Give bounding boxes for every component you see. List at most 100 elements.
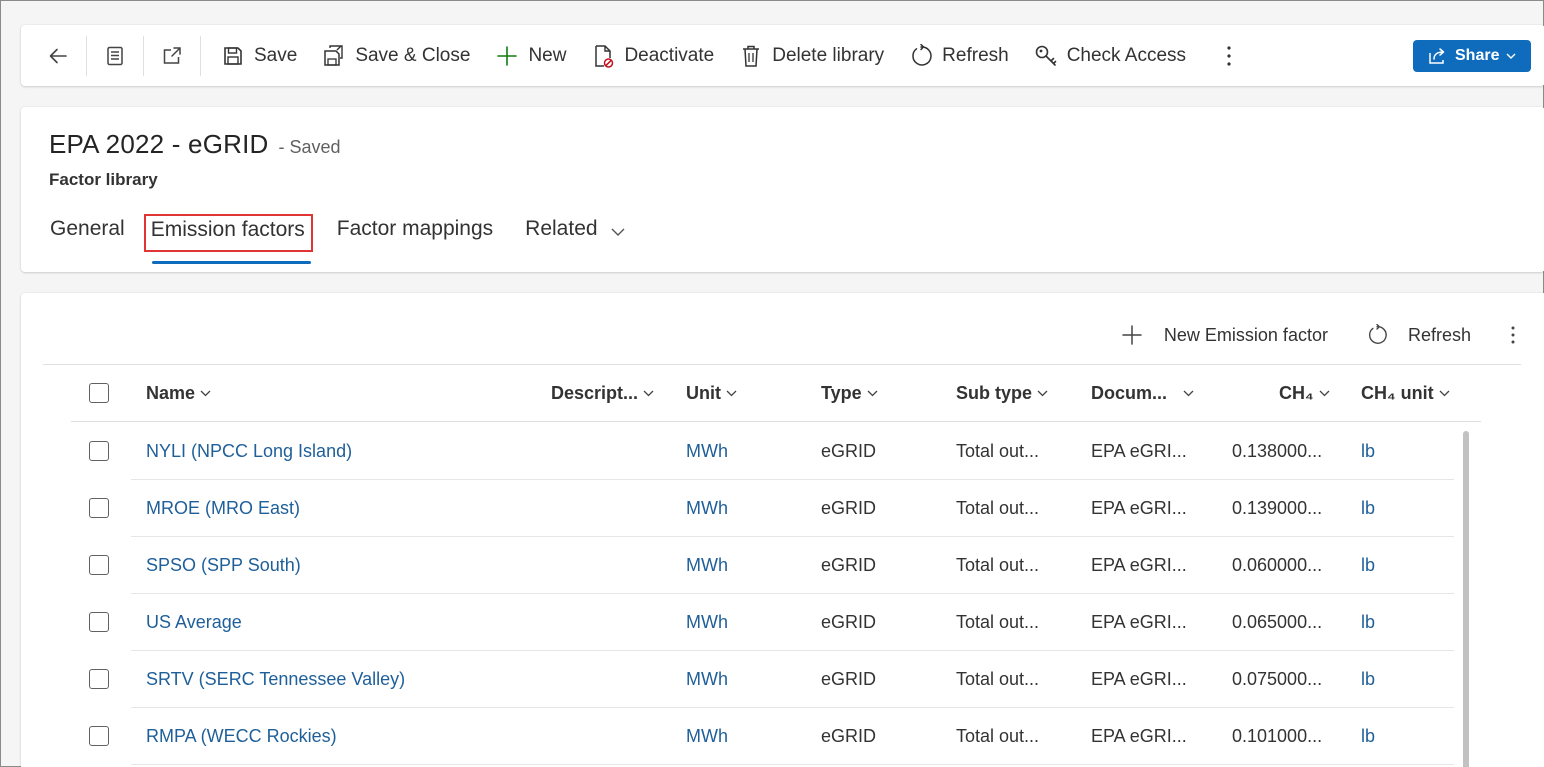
row-select-cell [89, 537, 109, 593]
subgrid-more-button[interactable] [1503, 320, 1523, 350]
subtype-cell: Total out... [956, 725, 1040, 746]
row-checkbox[interactable] [89, 669, 109, 689]
table-row[interactable]: US Average MWh eGRID Total out... EPA eG… [71, 594, 1481, 651]
row-checkbox[interactable] [89, 555, 109, 575]
deactivate-document-icon [591, 44, 615, 68]
share-button[interactable]: Share [1413, 40, 1531, 72]
name-link[interactable]: NYLI (NPCC Long Island) [146, 423, 352, 479]
column-header-name[interactable]: Name [146, 365, 211, 421]
save-icon [221, 44, 245, 68]
document-cell: EPA eGRI... [1091, 668, 1187, 689]
back-button[interactable] [39, 37, 77, 75]
name-link[interactable]: RMPA (WECC Rockies) [146, 708, 337, 764]
ch4-unit-link[interactable]: lb [1361, 423, 1375, 479]
ch4-unit-link[interactable]: lb [1361, 708, 1375, 764]
ch4-unit-link[interactable]: lb [1361, 651, 1375, 707]
type-cell: eGRID [821, 497, 877, 518]
grid-header-row: Name Descript... Unit Type Sub type Docu… [71, 365, 1481, 422]
tab-related[interactable]: Related [516, 213, 634, 267]
new-emission-factor-label: New Emission factor [1163, 324, 1328, 345]
ch4-unit-link[interactable]: lb [1361, 537, 1375, 593]
save-and-close-button[interactable]: Save & Close [311, 37, 484, 75]
document-cell: EPA eGRI... [1091, 497, 1187, 518]
subgrid-refresh-button[interactable]: Refresh [1366, 324, 1471, 346]
chevron-down-icon [1319, 390, 1330, 397]
unit-link[interactable]: MWh [686, 423, 728, 479]
save-button[interactable]: Save [210, 37, 311, 75]
column-header-ch4[interactable]: CH₄ [1279, 365, 1330, 421]
ch4-cell: 0.075000... [1232, 668, 1323, 689]
tab-factor-mappings[interactable]: Factor mappings [328, 213, 502, 267]
new-button[interactable]: New [484, 37, 580, 75]
delete-library-button[interactable]: Delete library [728, 37, 898, 75]
table-row[interactable]: SRTV (SERC Tennessee Valley) MWh eGRID T… [71, 651, 1481, 708]
row-select-cell [89, 708, 109, 764]
document-cell: EPA eGRI... [1091, 554, 1187, 575]
more-vertical-icon [1227, 45, 1231, 66]
more-commands-button[interactable] [1212, 37, 1246, 75]
document-cell: EPA eGRI... [1091, 611, 1187, 632]
pop-out-icon [163, 46, 181, 64]
check-access-button[interactable]: Check Access [1023, 37, 1200, 75]
unit-link[interactable]: MWh [686, 651, 728, 707]
save-close-label: Save & Close [355, 44, 471, 66]
table-row[interactable]: NYLI (NPCC Long Island) MWh eGRID Total … [71, 423, 1481, 480]
row-select-cell [89, 480, 109, 536]
open-new-window-button[interactable] [153, 37, 191, 75]
column-header-ch4-unit[interactable]: CH₄ unit [1361, 365, 1450, 421]
tab-label: Factor mappings [336, 217, 494, 240]
column-header-description[interactable]: Descript... [551, 365, 654, 421]
select-all-checkbox[interactable] [89, 383, 109, 403]
vertical-scrollbar[interactable] [1463, 431, 1469, 767]
row-select-cell [89, 423, 109, 479]
tab-general[interactable]: General [41, 213, 134, 267]
table-row[interactable]: SPSO (SPP South) MWh eGRID Total out... … [71, 537, 1481, 594]
unit-link[interactable]: MWh [686, 480, 728, 536]
deactivate-button[interactable]: Deactivate [580, 37, 728, 75]
row-checkbox[interactable] [89, 612, 109, 632]
select-all-cell [89, 365, 109, 421]
plus-icon [1122, 325, 1142, 345]
column-header-type[interactable]: Type [821, 365, 878, 421]
ch4-cell: 0.101000... [1232, 725, 1323, 746]
toolbar-divider [143, 35, 144, 76]
name-link[interactable]: SPSO (SPP South) [146, 537, 301, 593]
row-checkbox[interactable] [89, 441, 109, 461]
name-link[interactable]: SRTV (SERC Tennessee Valley) [146, 651, 405, 707]
ch4-unit-link[interactable]: lb [1361, 594, 1375, 650]
delete-library-label: Delete library [772, 44, 885, 66]
subgrid-refresh-label: Refresh [1407, 324, 1471, 345]
active-tab-indicator [152, 261, 311, 264]
key-icon [1034, 44, 1058, 68]
column-label: Unit [686, 382, 721, 403]
unit-link[interactable]: MWh [686, 537, 728, 593]
ch4-unit-link[interactable]: lb [1361, 480, 1375, 536]
chevron-down-icon [867, 390, 878, 397]
form-view-button[interactable] [96, 37, 134, 75]
name-link[interactable]: MROE (MRO East) [146, 480, 300, 536]
row-checkbox[interactable] [89, 498, 109, 518]
column-header-subtype[interactable]: Sub type [956, 365, 1048, 421]
tab-emission-factors[interactable]: Emission factors [143, 214, 313, 252]
row-select-cell [89, 594, 109, 650]
column-header-unit[interactable]: Unit [686, 365, 737, 421]
table-row[interactable]: RMPA (WECC Rockies) MWh eGRID Total out.… [71, 708, 1481, 765]
subgrid-command-bar: New Emission factor Refresh [1121, 318, 1523, 352]
table-row[interactable]: MROE (MRO East) MWh eGRID Total out... E… [71, 480, 1481, 537]
column-label: CH₄ unit [1361, 382, 1434, 403]
subtype-cell: Total out... [956, 611, 1040, 632]
tab-label: Emission factors [150, 218, 305, 241]
refresh-button[interactable]: Refresh [898, 37, 1023, 75]
row-checkbox[interactable] [89, 726, 109, 746]
new-emission-factor-button[interactable]: New Emission factor [1121, 324, 1328, 346]
unit-link[interactable]: MWh [686, 594, 728, 650]
column-header-document[interactable]: Docum... [1091, 365, 1194, 421]
chevron-down-icon [200, 390, 211, 397]
type-cell: eGRID [821, 725, 877, 746]
subtype-cell: Total out... [956, 668, 1040, 689]
unit-link[interactable]: MWh [686, 708, 728, 764]
chevron-down-icon [1506, 53, 1516, 59]
chevron-down-icon [726, 390, 737, 397]
name-link[interactable]: US Average [146, 594, 242, 650]
save-status: - Saved [278, 137, 341, 157]
